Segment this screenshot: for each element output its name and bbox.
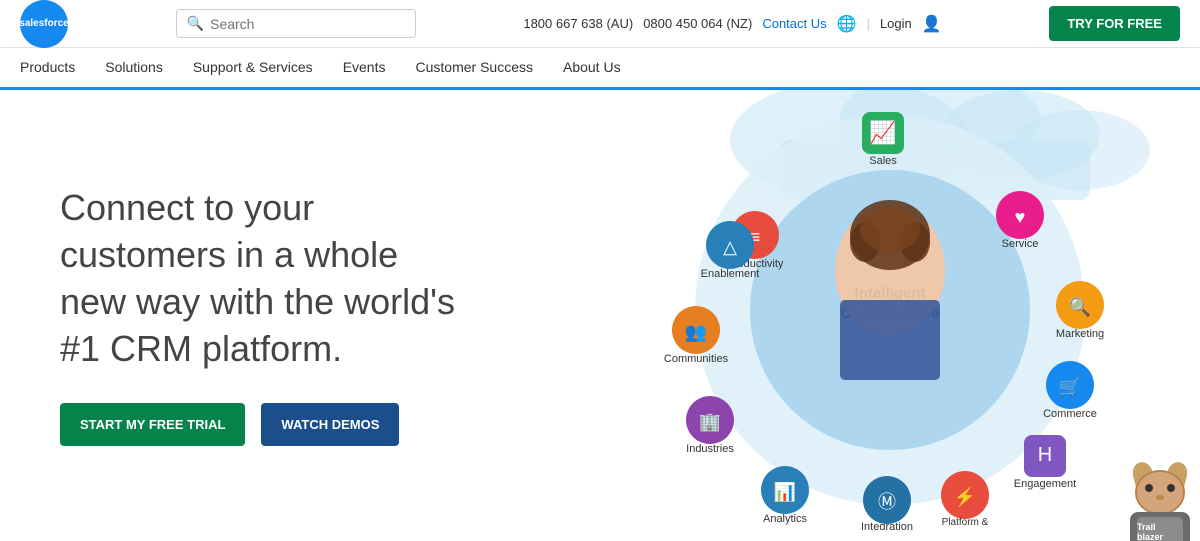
svg-text:👥: 👥 xyxy=(685,322,707,342)
phone-au: 1800 667 638 (AU) xyxy=(523,16,633,31)
svg-text:△: △ xyxy=(723,237,737,257)
svg-text:🛒: 🛒 xyxy=(1059,376,1081,397)
hero-section: Connect to your customers in a whole new… xyxy=(0,90,1200,541)
globe-icon[interactable]: 🌐 xyxy=(837,14,857,34)
hero-buttons: START MY FREE TRIAL WATCH DEMOS xyxy=(60,403,460,446)
trailhead-mascot: Trail blazer xyxy=(1115,440,1200,541)
salesforce-logo[interactable]: salesforce xyxy=(20,0,68,48)
hero-title: Connect to your customers in a whole new… xyxy=(60,185,460,372)
header-nav: Products Solutions Support & Services Ev… xyxy=(0,48,1200,90)
svg-text:Communities: Communities xyxy=(664,353,729,365)
nav-products[interactable]: Products xyxy=(20,47,75,89)
nav-events[interactable]: Events xyxy=(343,47,386,89)
nav-about[interactable]: About Us xyxy=(563,47,621,89)
svg-text:Sales: Sales xyxy=(869,155,897,167)
svg-text:Engagement: Engagement xyxy=(1014,478,1076,490)
nav-customer-success[interactable]: Customer Success xyxy=(416,47,533,89)
watch-demos-button[interactable]: WATCH DEMOS xyxy=(261,403,399,446)
hero-left: Connect to your customers in a whole new… xyxy=(0,145,520,485)
phone-nz: 0800 450 064 (NZ) xyxy=(643,16,752,31)
diagram-svg: Intelligent Customer 360 📈 Sales ≡ Produ… xyxy=(600,90,1200,530)
nav-solutions[interactable]: Solutions xyxy=(105,47,163,89)
login-link[interactable]: Login xyxy=(880,16,912,31)
svg-text:Platform &: Platform & xyxy=(942,517,989,528)
svg-text:Marketing: Marketing xyxy=(1056,328,1104,340)
svg-text:🔍: 🔍 xyxy=(1069,295,1091,317)
search-box[interactable]: 🔍 xyxy=(176,9,416,38)
svg-text:📈: 📈 xyxy=(869,120,896,145)
logo-text: salesforce xyxy=(19,18,68,29)
separator: | xyxy=(867,16,870,31)
svg-text:Analytics: Analytics xyxy=(763,513,808,525)
nav-links: Products Solutions Support & Services Ev… xyxy=(20,47,1180,89)
svg-text:Enablement: Enablement xyxy=(701,268,760,280)
try-free-button[interactable]: TRY FOR FREE xyxy=(1049,6,1180,41)
svg-text:Ⓜ: Ⓜ xyxy=(878,492,896,512)
svg-text:🏢: 🏢 xyxy=(699,412,721,432)
nav-support[interactable]: Support & Services xyxy=(193,47,313,89)
svg-text:📊: 📊 xyxy=(774,481,796,502)
contact-us-link[interactable]: Contact Us xyxy=(762,16,826,31)
start-trial-button[interactable]: START MY FREE TRIAL xyxy=(60,403,245,446)
svg-text:Service: Service xyxy=(1002,238,1039,250)
svg-text:Industries: Industries xyxy=(686,443,734,455)
header-top: salesforce 🔍 1800 667 638 (AU) 0800 450 … xyxy=(0,0,1200,48)
search-input[interactable] xyxy=(210,16,405,32)
user-icon[interactable]: 👤 xyxy=(922,14,942,34)
svg-text:⚡: ⚡ xyxy=(954,486,976,508)
search-icon: 🔍 xyxy=(187,15,204,32)
svg-text:H: H xyxy=(1038,444,1052,466)
header-right: 1800 667 638 (AU) 0800 450 064 (NZ) Cont… xyxy=(523,14,941,34)
svg-text:♥: ♥ xyxy=(1015,207,1026,227)
logo-area: salesforce xyxy=(20,0,68,48)
svg-text:Commerce: Commerce xyxy=(1043,408,1097,420)
hero-diagram: Intelligent Customer 360 📈 Sales ≡ Produ… xyxy=(600,90,1200,541)
svg-text:Integration: Integration xyxy=(861,521,913,530)
